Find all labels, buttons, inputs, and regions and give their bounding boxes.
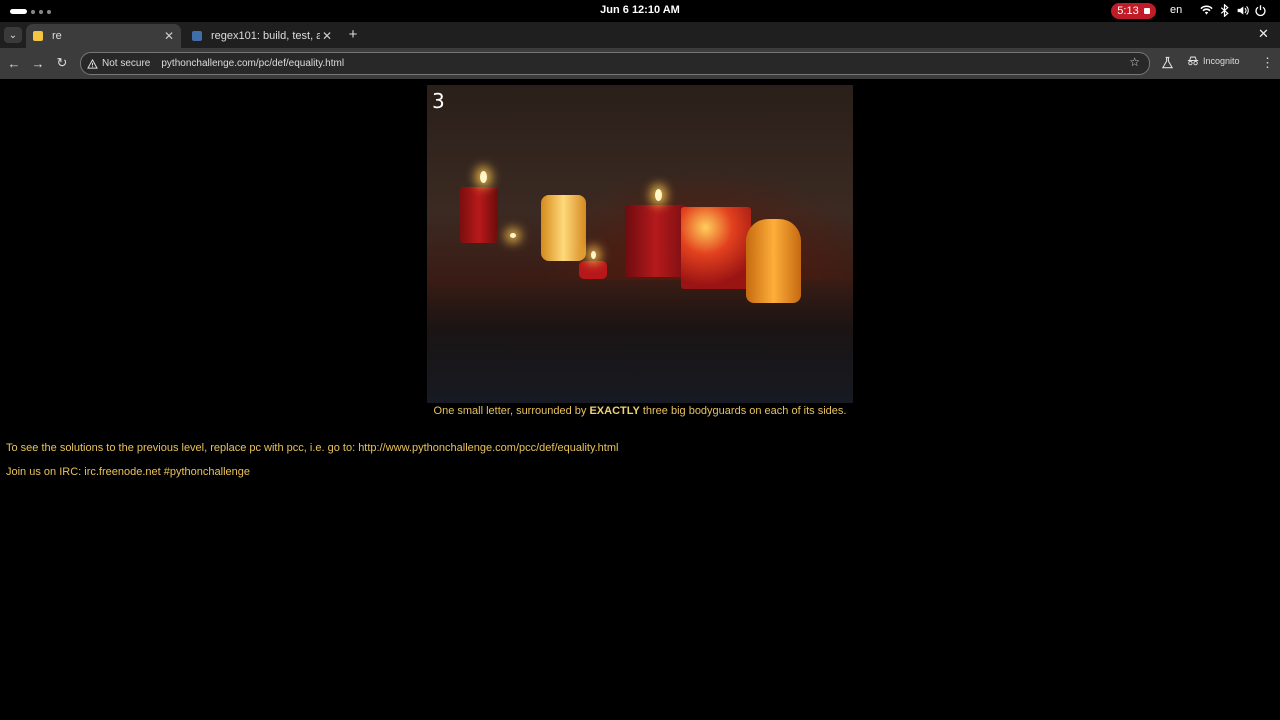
photo-flame — [510, 233, 516, 238]
close-tab-icon[interactable]: ✕ — [320, 29, 334, 43]
arrow-right-icon: → — [31, 55, 45, 71]
back-button[interactable]: ← — [6, 55, 22, 71]
browser-menu-button[interactable]: ⋮ — [1261, 55, 1274, 71]
python-challenge-favicon-icon — [33, 31, 43, 41]
screen-recording-indicator[interactable]: 5:13 — [1111, 3, 1156, 19]
wifi-icon — [1200, 5, 1213, 15]
tab-active[interactable]: re ✕ — [26, 24, 181, 48]
plus-icon: + — [348, 26, 358, 43]
photo-candle — [460, 187, 498, 243]
page-content: 3 One small letter, surrounded by EXACTL… — [0, 79, 1280, 720]
security-label: Not secure — [102, 58, 151, 69]
incognito-label: Incognito — [1203, 55, 1240, 66]
recording-time: 5:13 — [1117, 5, 1139, 17]
volume-icon — [1237, 6, 1249, 15]
browser-toolbar: ← → ↻ Not secure pythonchallenge.com/pc/… — [0, 48, 1280, 79]
hint-bold-word: EXACTLY — [589, 405, 640, 417]
close-icon: ✕ — [1258, 26, 1269, 41]
candles-photo: 3 — [427, 85, 853, 403]
more-vert-icon: ⋮ — [1261, 55, 1274, 70]
system-status-icons[interactable] — [1200, 4, 1267, 17]
tab-title: re — [52, 30, 62, 42]
bluetooth-icon — [1220, 4, 1229, 17]
close-tab-icon[interactable]: ✕ — [162, 29, 176, 43]
tab-strip: ⌄ re ✕ regex101: build, test, and ✕ + ✕ — [0, 22, 1280, 48]
reload-button[interactable]: ↻ — [54, 55, 70, 71]
stop-recording-icon — [1143, 8, 1150, 14]
level-hint: One small letter, surrounded by EXACTLY … — [0, 405, 1280, 417]
photo-candle — [541, 195, 586, 261]
power-icon — [1255, 5, 1266, 17]
tab-search-button[interactable]: ⌄ — [4, 27, 22, 43]
new-tab-button[interactable]: + — [346, 26, 360, 43]
system-top-bar: Jun 6 12:10 AM 5:13 en — [0, 0, 1280, 22]
photo-candle — [625, 205, 687, 277]
warning-triangle-icon — [87, 58, 98, 69]
photo-candle — [681, 207, 751, 289]
site-security-chip[interactable]: Not secure — [87, 58, 160, 69]
solutions-link-text: To see the solutions to the previous lev… — [6, 442, 619, 454]
labs-flask-icon[interactable] — [1161, 56, 1174, 70]
regex101-favicon-icon — [192, 31, 202, 41]
photo-tealight — [579, 261, 607, 279]
photo-flame — [480, 171, 487, 183]
tab-regex101[interactable]: regex101: build, test, and ✕ — [185, 24, 339, 48]
bookmark-star-icon[interactable]: ☆ — [1129, 55, 1140, 69]
irc-text: Join us on IRC: irc.freenode.net #python… — [6, 466, 250, 478]
address-bar[interactable]: Not secure pythonchallenge.com/pc/def/eq… — [80, 52, 1150, 75]
close-window-button[interactable]: ✕ — [1258, 26, 1269, 42]
photo-flame — [655, 189, 662, 201]
tab-title: regex101: build, test, and — [211, 30, 320, 42]
incognito-icon — [1187, 56, 1199, 66]
hint-text-after: three big bodyguards on each of its side… — [639, 405, 847, 417]
reload-icon: ↻ — [56, 55, 68, 70]
clock[interactable]: Jun 6 12:10 AM — [0, 4, 1280, 16]
forward-button[interactable]: → — [30, 55, 46, 71]
input-language[interactable]: en — [1170, 4, 1182, 16]
photo-candle — [746, 219, 801, 303]
chevron-down-icon: ⌄ — [8, 29, 18, 41]
image-number: 3 — [432, 89, 445, 113]
photo-flame — [591, 251, 596, 259]
incognito-indicator[interactable]: Incognito — [1187, 55, 1240, 66]
arrow-left-icon: ← — [7, 55, 21, 71]
hint-text-before: One small letter, surrounded by — [433, 405, 590, 417]
url-text[interactable]: pythonchallenge.com/pc/def/equality.html — [161, 58, 344, 69]
